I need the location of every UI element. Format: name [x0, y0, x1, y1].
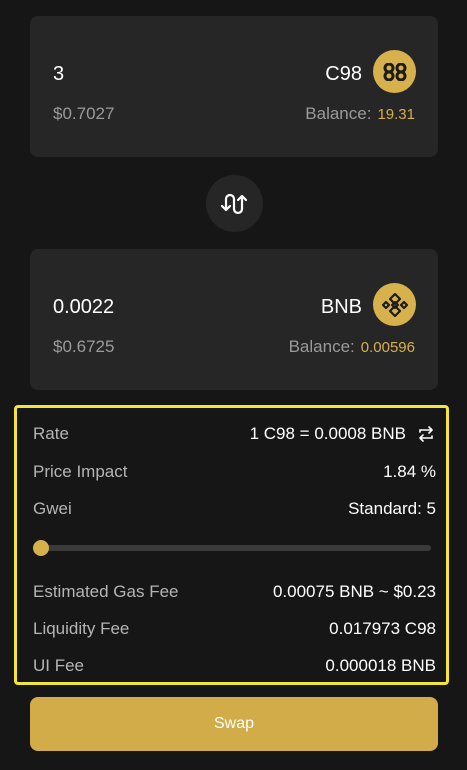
rate-label: Rate	[33, 424, 69, 443]
price-impact-value: 1.84 %	[383, 462, 436, 481]
price-impact-label: Price Impact	[33, 462, 128, 481]
from-amount-input[interactable]: 3	[53, 63, 64, 86]
from-usd-value: $0.7027	[53, 104, 115, 123]
gwei-slider-thumb[interactable]	[33, 540, 49, 556]
rate-value: 1 C98 = 0.0008 BNB	[249, 424, 406, 443]
ui-fee-value: 0.000018 BNB	[325, 656, 436, 675]
liquidity-fee-label: Liquidity Fee	[33, 619, 130, 638]
c98-coin-icon[interactable]	[373, 50, 416, 93]
to-amount-input[interactable]: 0.0022	[53, 296, 114, 319]
swap-button[interactable]: Swap	[30, 697, 438, 751]
rate-value-wrap: 1 C98 = 0.0008 BNB	[250, 424, 436, 444]
gas-fee-row: Estimated Gas Fee 0.00075 BNB ~ $0.23	[33, 580, 436, 604]
from-balance-value[interactable]: 19.31	[377, 106, 415, 123]
bnb-coin-icon[interactable]	[373, 283, 416, 326]
to-token-selector[interactable]: BNB	[321, 296, 362, 319]
gas-fee-value: 0.00075 BNB ~ $0.23	[272, 582, 436, 601]
gwei-value: Standard: 5	[348, 499, 436, 518]
from-balance-label: Balance:	[305, 104, 372, 123]
gas-fee-label: Estimated Gas Fee	[33, 582, 179, 601]
to-balance-value[interactable]: 0.00596	[361, 339, 415, 356]
from-token-card: 3 $0.7027 C98 Balance: 19.31	[30, 16, 438, 157]
gwei-slider[interactable]	[33, 540, 431, 556]
gwei-row: Gwei Standard: 5	[33, 497, 436, 521]
from-token-selector[interactable]: C98	[325, 63, 362, 86]
rate-row: Rate 1 C98 = 0.0008 BNB	[33, 422, 436, 446]
price-impact-row: Price Impact 1.84 %	[33, 460, 436, 484]
liquidity-fee-value: 0.017973 C98	[329, 619, 436, 638]
from-balance: Balance: 19.31	[305, 104, 415, 124]
swap-direction-button[interactable]	[206, 175, 263, 232]
swap-details-panel: Rate 1 C98 = 0.0008 BNB Price Impact 1.8…	[14, 405, 449, 685]
refresh-rate-icon[interactable]	[416, 424, 436, 444]
to-balance: Balance: 0.00596	[289, 337, 415, 357]
to-token-card: 0.0022 $0.6725 BNB Balance: 0.00596	[30, 249, 438, 390]
liquidity-fee-row: Liquidity Fee 0.017973 C98	[33, 617, 436, 641]
to-balance-label: Balance:	[288, 337, 355, 356]
ui-fee-label: UI Fee	[33, 656, 85, 675]
to-usd-value: $0.6725	[53, 337, 115, 356]
swap-arrows-icon	[220, 193, 247, 214]
gwei-label: Gwei	[33, 499, 72, 518]
ui-fee-row: UI Fee 0.000018 BNB	[33, 654, 436, 678]
